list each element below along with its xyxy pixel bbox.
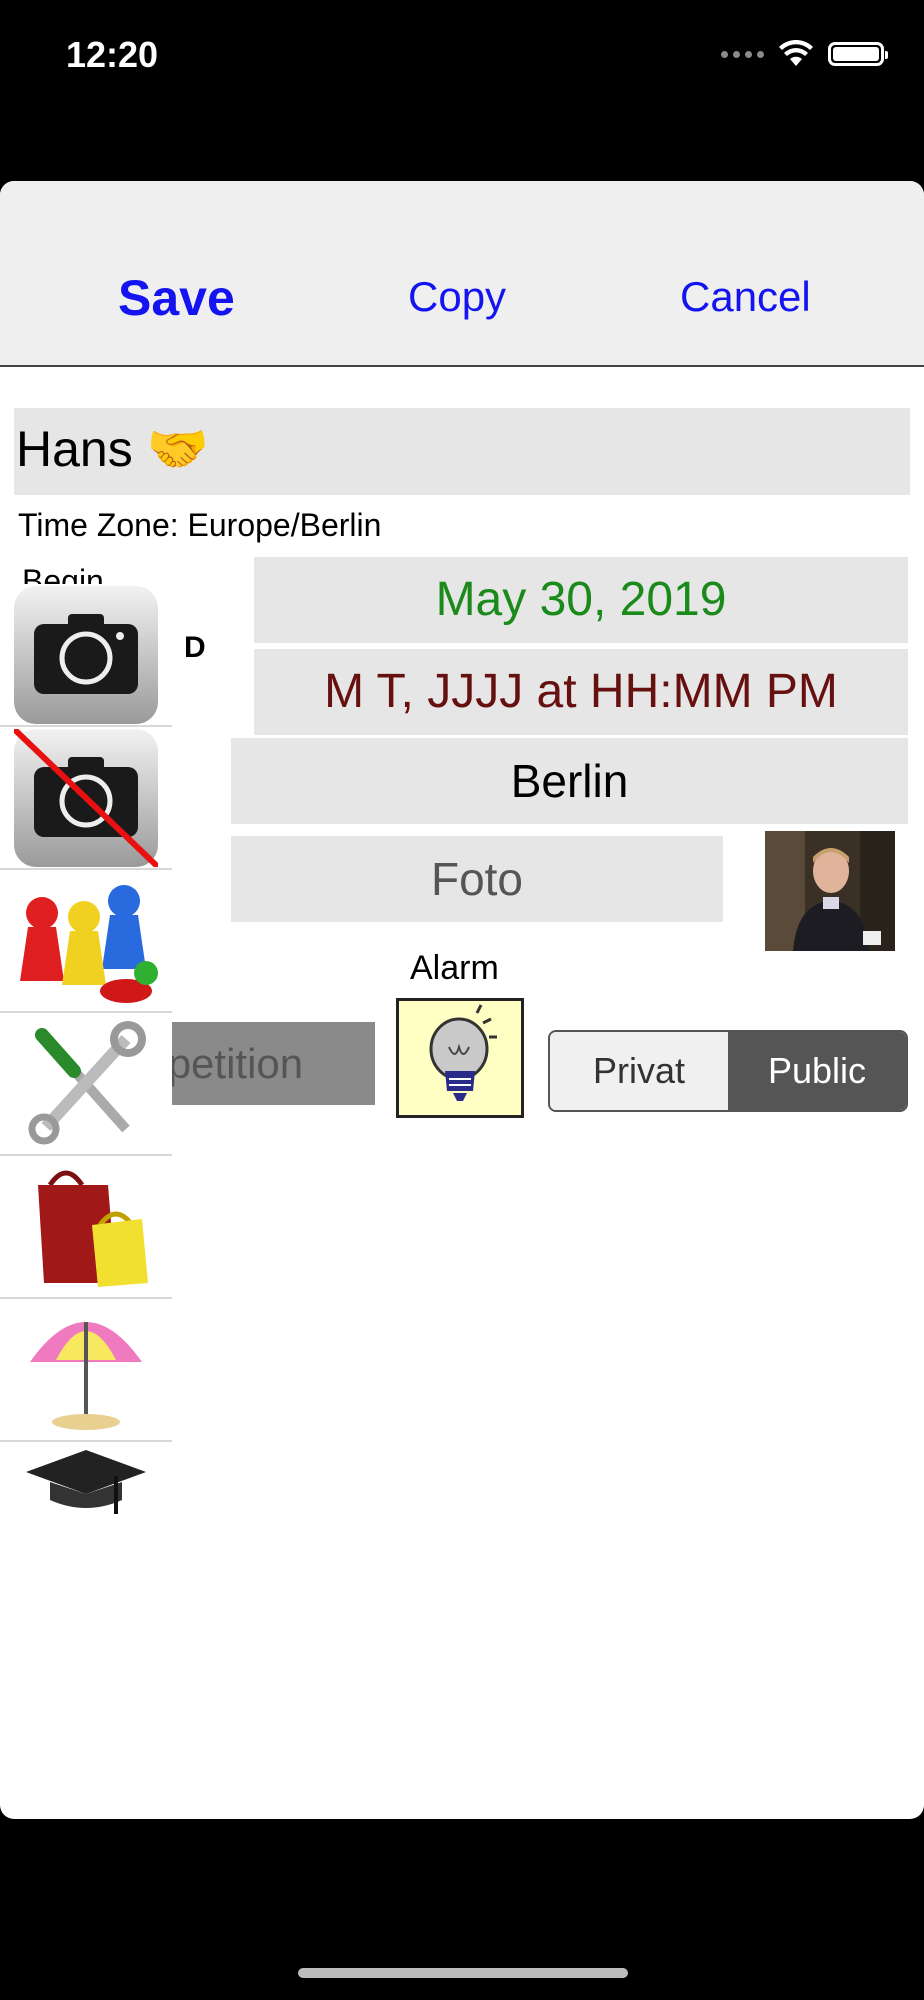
list-item[interactable] bbox=[0, 727, 172, 870]
signal-icon bbox=[721, 50, 764, 58]
save-button[interactable]: Save bbox=[118, 269, 235, 327]
beach-umbrella-icon bbox=[30, 1322, 142, 1430]
shopping-bags-icon bbox=[38, 1170, 148, 1287]
nav-bar: Save Copy Cancel bbox=[0, 181, 924, 367]
edit-sheet: Save Copy Cancel Hans 🤝 Time Zone: Europ… bbox=[0, 181, 924, 1819]
name-field[interactable]: Hans 🤝 bbox=[14, 408, 910, 495]
list-item[interactable] bbox=[0, 870, 172, 1013]
camera-icon bbox=[14, 585, 158, 724]
list-item[interactable] bbox=[0, 1442, 172, 1522]
visibility-segmented-control: Privat Public bbox=[548, 1030, 908, 1112]
person-photo-icon bbox=[765, 831, 895, 951]
battery-icon bbox=[828, 42, 888, 66]
list-item[interactable] bbox=[0, 1299, 172, 1442]
alarm-label: Alarm bbox=[410, 949, 499, 987]
repetition-label: Repetition bbox=[172, 1040, 304, 1087]
city-field[interactable]: Berlin bbox=[231, 738, 908, 824]
repetition-field[interactable]: Repetition bbox=[172, 1022, 375, 1105]
cancel-button[interactable]: Cancel bbox=[680, 273, 811, 321]
home-indicator bbox=[298, 1968, 628, 1978]
segment-privat[interactable]: Privat bbox=[550, 1032, 728, 1110]
alarm-button[interactable] bbox=[396, 998, 524, 1118]
tools-icon bbox=[28, 1020, 146, 1144]
foto-button[interactable]: Foto bbox=[231, 836, 723, 922]
date-field[interactable]: May 30, 2019 bbox=[254, 557, 908, 643]
contact-photo[interactable] bbox=[765, 831, 895, 951]
list-item[interactable] bbox=[0, 1013, 172, 1156]
graduation-cap-icon bbox=[26, 1450, 146, 1514]
wifi-icon bbox=[779, 40, 813, 66]
time-zone-label: Time Zone: Europe/Berlin bbox=[18, 507, 382, 543]
game-pieces-icon bbox=[20, 885, 158, 1003]
lightbulb-icon bbox=[429, 1004, 497, 1101]
segment-public[interactable]: Public bbox=[728, 1032, 906, 1110]
status-icons bbox=[721, 40, 888, 68]
icon-picker-list[interactable] bbox=[0, 584, 172, 1522]
list-item[interactable] bbox=[0, 584, 172, 727]
copy-button[interactable]: Copy bbox=[408, 273, 506, 321]
no-camera-icon bbox=[11, 727, 161, 868]
list-item[interactable] bbox=[0, 1156, 172, 1299]
time-format-field[interactable]: M T, JJJJ at HH:MM PM bbox=[254, 649, 908, 735]
status-time: 12:20 bbox=[66, 34, 159, 75]
d-label: D bbox=[184, 631, 206, 664]
